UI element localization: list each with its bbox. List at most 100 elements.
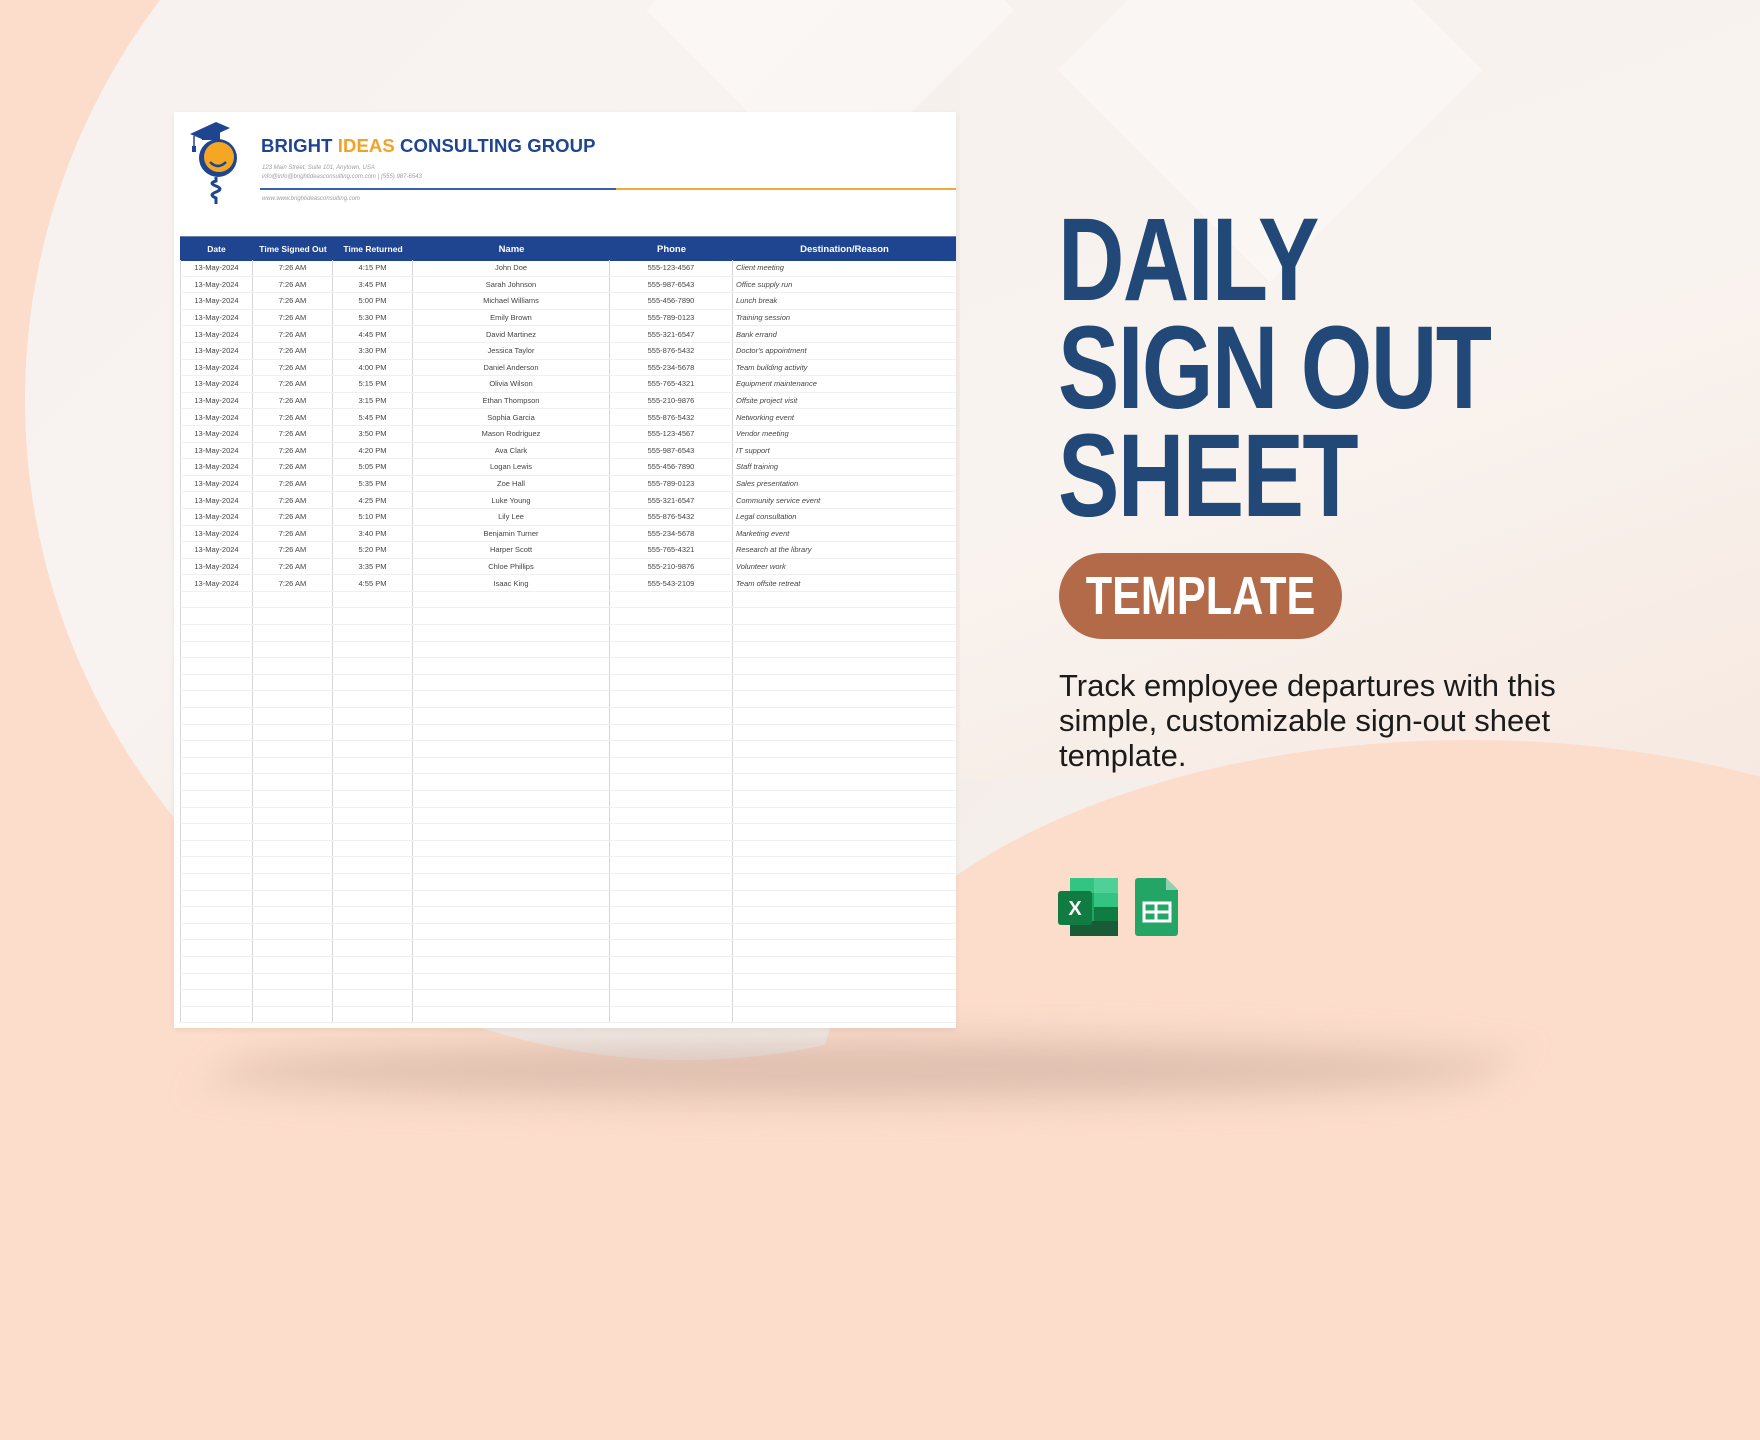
- cell-time-signed-out: 7:26 AM: [253, 392, 333, 409]
- cell-phone: 555-456-7890: [610, 459, 733, 475]
- cell-phone: [610, 674, 733, 691]
- cell-destination: [733, 857, 956, 873]
- cell-phone: 555-876-5432: [610, 342, 733, 359]
- cell-destination: [733, 658, 956, 674]
- cell-phone: [610, 658, 733, 674]
- cell-destination: [733, 924, 956, 940]
- cell-destination: Vendor meeting: [736, 429, 789, 439]
- cell-time-signed-out: [253, 774, 333, 790]
- cell-phone: [610, 824, 733, 840]
- cell-time-signed-out: [253, 1006, 333, 1023]
- table-row: 13-May-2024 7:26 AM 3:40 PM Benjamin Turner…: [180, 525, 956, 543]
- cell-date: 13-May-2024: [180, 359, 253, 376]
- cell-destination: Lunch break: [736, 296, 778, 306]
- cell-time-signed-out: 7:26 AM: [253, 525, 333, 542]
- cell-phone: 555-234-5678: [610, 525, 733, 542]
- cell-destination: [733, 592, 956, 608]
- cell-time-signed-out: 7:26 AM: [253, 492, 333, 508]
- cell-destination: Community service event: [736, 495, 821, 505]
- cell-phone: 555-123-4567: [610, 425, 733, 442]
- cell-phone: [610, 757, 733, 774]
- cell-name: Ethan Thompson: [413, 392, 610, 409]
- cell-time-signed-out: [253, 890, 333, 907]
- cell-date: [180, 757, 253, 774]
- table-row: 13-May-2024 7:26 AM 3:30 PM Jessica Taylor 5…: [180, 342, 956, 360]
- cell-time-returned: [333, 923, 413, 940]
- table-row: 13-May-2024 7:26 AM 5:05 PM Logan Lewis 555-…: [180, 459, 956, 476]
- cell-name: Harper Scott: [413, 542, 610, 558]
- cell-name: [413, 625, 610, 641]
- cell-time-returned: [333, 873, 413, 890]
- table-row: 13-May-2024 7:26 AM 4:00 PM Daniel Anderson…: [180, 359, 956, 377]
- cell-date: [180, 857, 253, 873]
- cell-date: 13-May-2024: [180, 575, 253, 591]
- cell-date: 13-May-2024: [180, 508, 253, 525]
- cell-phone: [610, 973, 733, 990]
- cell-destination: [733, 1007, 956, 1023]
- cell-name: [413, 990, 610, 1006]
- cell-time-signed-out: [253, 940, 333, 956]
- cell-time-returned: [333, 1006, 413, 1023]
- table-row: 13-May-2024 7:26 AM 3:50 PM Mason Rodriguez…: [180, 425, 956, 443]
- cell-time-returned: 5:15 PM: [333, 376, 413, 392]
- cell-time-signed-out: [253, 641, 333, 658]
- cell-time-signed-out: 7:26 AM: [253, 309, 333, 326]
- cell-time-signed-out: 7:26 AM: [253, 359, 333, 376]
- cell-name: [413, 658, 610, 674]
- cell-name: Jessica Taylor: [413, 342, 610, 359]
- cell-name: [413, 807, 610, 824]
- cell-destination: Training session: [736, 313, 791, 323]
- table-row: 13-May-2024 7:26 AM 4:45 PM David Martinez 5…: [180, 326, 956, 343]
- cell-time-signed-out: [253, 807, 333, 824]
- cell-date: [180, 956, 253, 973]
- cell-time-signed-out: [253, 608, 333, 625]
- cell-name: Mason Rodriguez: [413, 425, 610, 442]
- cell-phone: [610, 608, 733, 625]
- cell-destination: Team building activity: [736, 362, 808, 372]
- cell-date: 13-May-2024: [180, 442, 253, 459]
- cell-time-signed-out: 7:26 AM: [253, 442, 333, 459]
- table-row-empty: [180, 824, 956, 841]
- cell-phone: [610, 1006, 733, 1023]
- spreadsheet-preview: BRIGHT IDEAS CONSULTING GROUP 123 Main S…: [174, 112, 956, 1028]
- cell-name: [413, 608, 610, 625]
- table-row: 13-May-2024 7:26 AM 3:45 PM Sarah Johnson 55…: [180, 276, 956, 294]
- cell-name: Isaac King: [413, 575, 610, 591]
- table-row-empty: [180, 956, 956, 974]
- table-row-empty: [180, 591, 956, 609]
- cell-phone: 555-765-4321: [610, 376, 733, 392]
- cell-date: [180, 691, 253, 708]
- cell-date: 13-May-2024: [180, 276, 253, 293]
- cell-time-signed-out: 7:26 AM: [253, 326, 333, 342]
- company-name: BRIGHT IDEAS CONSULTING GROUP: [261, 135, 596, 157]
- cell-time-returned: 5:20 PM: [333, 542, 413, 558]
- cell-time-signed-out: [253, 923, 333, 940]
- cell-phone: [610, 641, 733, 658]
- table-header: Date Time Signed Out Time Returned Name …: [180, 236, 956, 261]
- table-row-empty: [180, 940, 956, 957]
- cell-date: 13-May-2024: [180, 342, 253, 359]
- column-header-phone: Phone: [656, 243, 687, 255]
- table-row: 13-May-2024 7:26 AM 5:00 PM Michael William…: [180, 293, 956, 310]
- cell-phone: [610, 724, 733, 741]
- cell-time-returned: 4:55 PM: [333, 575, 413, 591]
- cell-phone: [610, 708, 733, 724]
- table-row: 13-May-2024 7:26 AM 5:45 PM Sophia Garcia 55…: [180, 409, 956, 426]
- table-row-empty: [180, 907, 956, 924]
- cell-date: [180, 658, 253, 674]
- cell-time-returned: [333, 591, 413, 608]
- cell-time-signed-out: 7:26 AM: [253, 342, 333, 359]
- promo-title-line: SIGN OUT: [1058, 302, 1492, 434]
- cell-phone: [610, 857, 733, 873]
- cell-destination: [733, 675, 956, 691]
- cell-date: 13-May-2024: [180, 376, 253, 392]
- cell-name: [413, 923, 610, 940]
- cell-phone: [610, 923, 733, 940]
- table-row-empty: [180, 840, 956, 858]
- table-row-empty: [180, 691, 956, 709]
- cell-destination: Team offsite retreat: [736, 578, 801, 588]
- cell-time-returned: 5:30 PM: [333, 309, 413, 326]
- header-divider-blue: [260, 188, 616, 190]
- cell-date: [180, 674, 253, 691]
- cell-date: [180, 873, 253, 890]
